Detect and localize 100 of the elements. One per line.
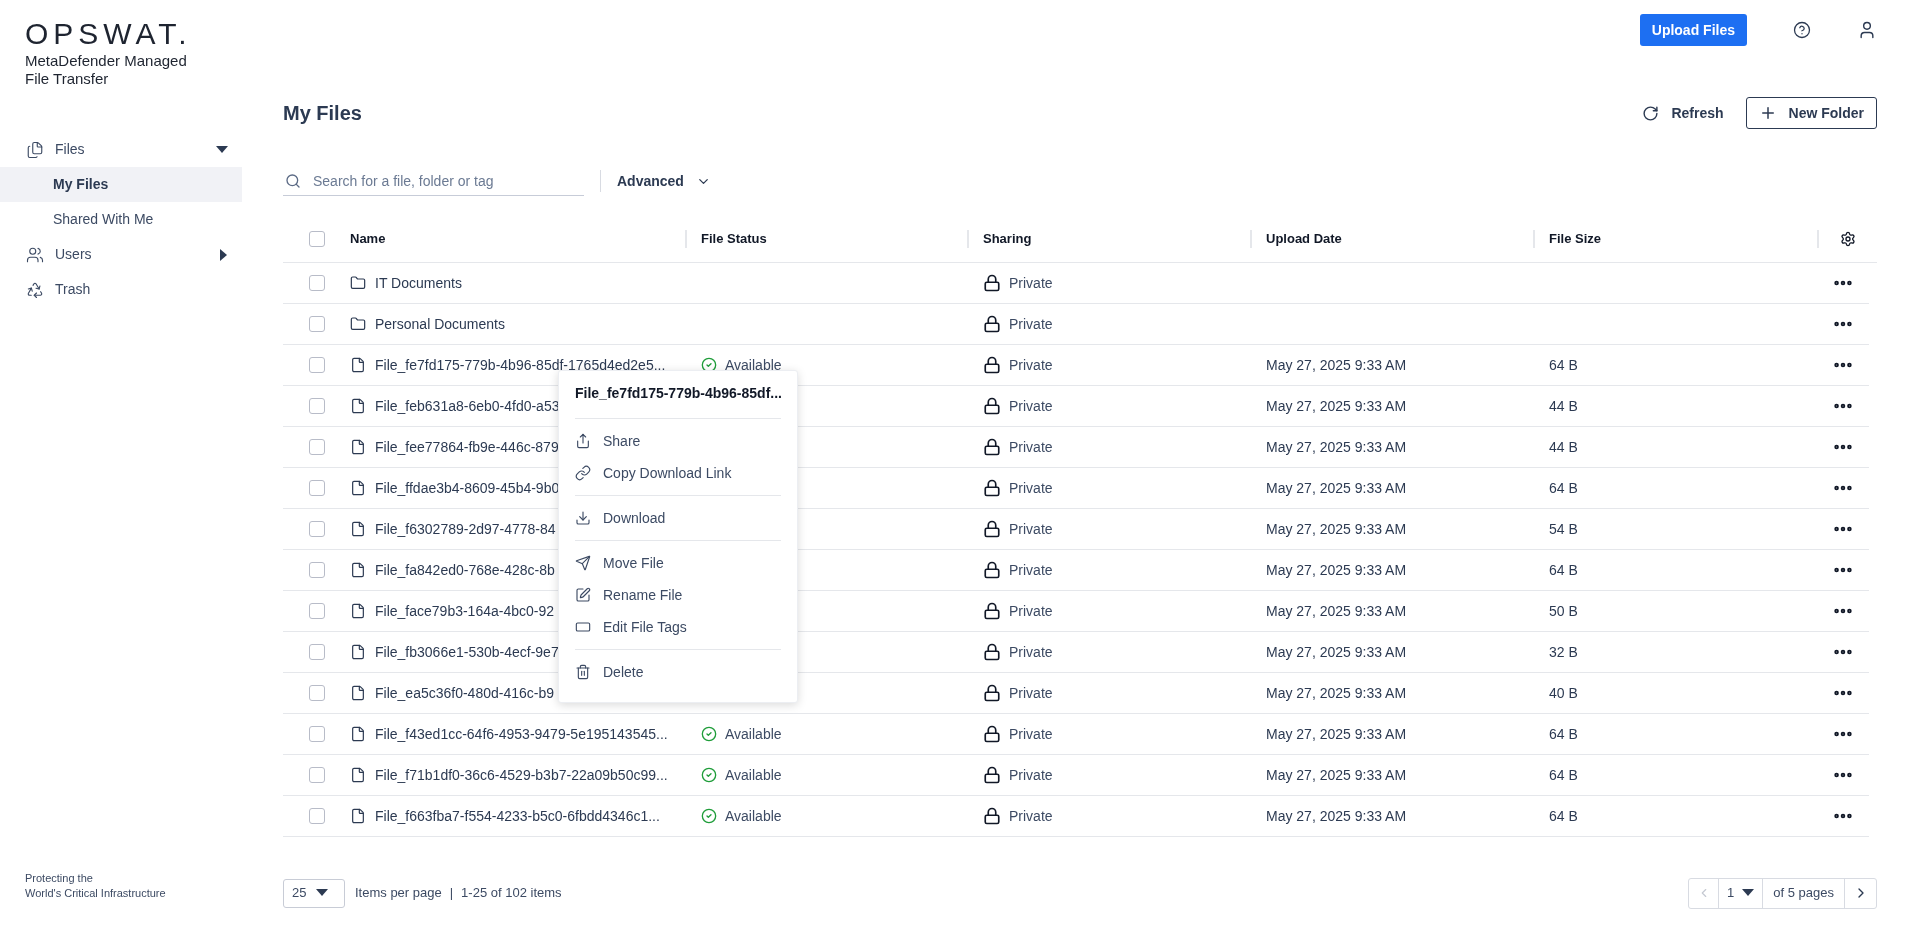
file-size: 64 B [1549, 807, 1578, 824]
menu-item[interactable]: Download [575, 502, 781, 534]
download-icon [575, 510, 591, 526]
file-name[interactable]: File_ffdae3b4-8609-45b4-9b0 [375, 477, 560, 499]
select-all-checkbox[interactable] [308, 230, 325, 247]
file-name[interactable]: IT Documents [375, 272, 462, 294]
file-size: 64 B [1549, 766, 1578, 783]
file-name[interactable]: Personal Documents [375, 313, 505, 335]
file-size: 50 B [1549, 602, 1578, 619]
sidebar-item[interactable]: Trash [0, 272, 242, 307]
link-icon [575, 465, 591, 481]
lock-icon [983, 807, 1001, 825]
file-name[interactable]: File_ea5c36f0-480d-416c-b9 [375, 682, 554, 704]
file-size: 64 B [1549, 725, 1578, 742]
file-size: 40 B [1549, 684, 1578, 701]
file-name[interactable]: File_feb631a8-6eb0-4fd0-a53 [375, 395, 560, 417]
column-header[interactable]: File Size [1549, 228, 1602, 249]
upload-date: May 27, 2025 9:33 AM [1266, 766, 1407, 783]
row-checkbox[interactable] [308, 562, 325, 578]
settings-icon[interactable] [1840, 230, 1856, 247]
sidebar-subitem[interactable]: My Files [0, 167, 242, 202]
tagline: World's Critical Infrastructure [25, 886, 167, 901]
caret-icon[interactable] [1742, 889, 1755, 897]
file-size: 44 B [1549, 438, 1578, 455]
file-name[interactable]: File_fee77864-fb9e-446c-879 [375, 436, 559, 458]
file-icon [350, 808, 366, 824]
sidebar-item[interactable]: Users [0, 237, 242, 272]
lock-icon [983, 520, 1001, 538]
new-folder-button[interactable]: New Folder [1745, 97, 1877, 129]
sharing-status: Private [1009, 642, 1053, 662]
upload-date: May 27, 2025 9:33 AM [1266, 356, 1407, 373]
file-icon [350, 603, 366, 619]
column-header[interactable]: Name [350, 228, 386, 249]
lock-icon [983, 397, 1001, 415]
file-name[interactable]: File_fa842ed0-768e-428c-8b [375, 559, 555, 581]
sharing-status: Private [1009, 355, 1053, 375]
row-checkbox[interactable] [308, 439, 325, 455]
upload-date: May 27, 2025 9:33 AM [1266, 684, 1407, 701]
row-checkbox[interactable] [308, 275, 325, 291]
file-status: Available [725, 724, 782, 744]
check-circle-icon [701, 808, 717, 824]
menu-item[interactable]: Delete [575, 656, 781, 688]
send-icon [575, 555, 591, 571]
search-field[interactable]: Search for a file, folder or tag [283, 166, 584, 196]
help-icon[interactable] [1793, 21, 1811, 39]
file-icon [350, 726, 366, 742]
file-name[interactable]: File_f43ed1cc-64f6-4953-9479-5e195143545... [375, 723, 668, 745]
row-checkbox[interactable] [308, 316, 325, 332]
menu-item[interactable]: Move File [575, 547, 781, 579]
file-icon [350, 398, 366, 414]
page-select[interactable]: 1 [1719, 878, 1764, 908]
row-checkbox[interactable] [308, 521, 325, 537]
caret-icon[interactable] [220, 248, 228, 261]
menu-item[interactable]: Share [575, 425, 781, 457]
file-name[interactable]: File_f71b1df0-36c6-4529-b3b7-22a09b50c99... [375, 764, 668, 786]
row-checkbox[interactable] [308, 398, 325, 414]
file-name[interactable]: File_f6302789-2d97-4778-84 [375, 518, 556, 540]
menu-item[interactable]: Edit File Tags [575, 611, 781, 643]
file-size: 32 B [1549, 643, 1578, 660]
row-checkbox[interactable] [308, 726, 325, 742]
row-checkbox[interactable] [308, 685, 325, 701]
check-circle-icon [701, 726, 717, 742]
refresh-button[interactable]: Refresh [1642, 102, 1724, 124]
row-checkbox[interactable] [308, 767, 325, 783]
caret-icon[interactable] [216, 145, 228, 154]
column-header[interactable]: File Status [701, 228, 767, 249]
file-status: Available [725, 355, 782, 375]
file-name[interactable]: File_f663fba7-f554-4233-b5c0-6fbdd4346c1... [375, 805, 660, 827]
row-checkbox[interactable] [308, 603, 325, 619]
logo: OPSWAT. [25, 18, 193, 50]
menu-item[interactable]: Rename File [575, 579, 781, 611]
upload-files-button[interactable]: Upload Files [1639, 14, 1747, 46]
row-checkbox[interactable] [308, 357, 325, 373]
file-name[interactable]: File_face79b3-164a-4bc0-92 [375, 600, 554, 622]
sidebar-item[interactable]: Files [0, 132, 242, 167]
user-icon[interactable] [1857, 20, 1877, 40]
lock-icon [983, 356, 1001, 374]
row-checkbox[interactable] [308, 808, 325, 824]
recycle-icon [26, 280, 44, 299]
row-checkbox[interactable] [308, 480, 325, 496]
product-name: MetaDefender Managed File Transfer [25, 52, 188, 88]
row-checkbox[interactable] [308, 644, 325, 660]
file-name[interactable]: File_fb3066e1-530b-4ecf-9e7 [375, 641, 559, 663]
column-header[interactable]: Upload Date [1266, 228, 1342, 249]
upload-date: May 27, 2025 9:33 AM [1266, 520, 1407, 537]
folder-icon [350, 275, 366, 291]
file-name[interactable]: File_fe7fd175-779b-4b96-85df-1765d4ed2e5... [375, 354, 666, 376]
item-range: 1-25 of 102 items [461, 884, 562, 903]
check-circle-icon [701, 767, 717, 783]
advanced-dropdown[interactable]: Advanced [617, 170, 711, 192]
lock-icon [983, 315, 1001, 333]
caret-icon[interactable] [316, 889, 329, 897]
items-per-page-label: Items per page [355, 884, 442, 903]
page-title: My Files [283, 101, 362, 126]
page-size-select[interactable]: 25 [283, 878, 345, 908]
file-status: Available [725, 765, 782, 785]
menu-item[interactable]: Copy Download Link [575, 457, 781, 489]
column-header[interactable]: Sharing [983, 228, 1032, 249]
sharing-status: Private [1009, 437, 1053, 457]
sidebar-subitem[interactable]: Shared With Me [0, 202, 242, 237]
